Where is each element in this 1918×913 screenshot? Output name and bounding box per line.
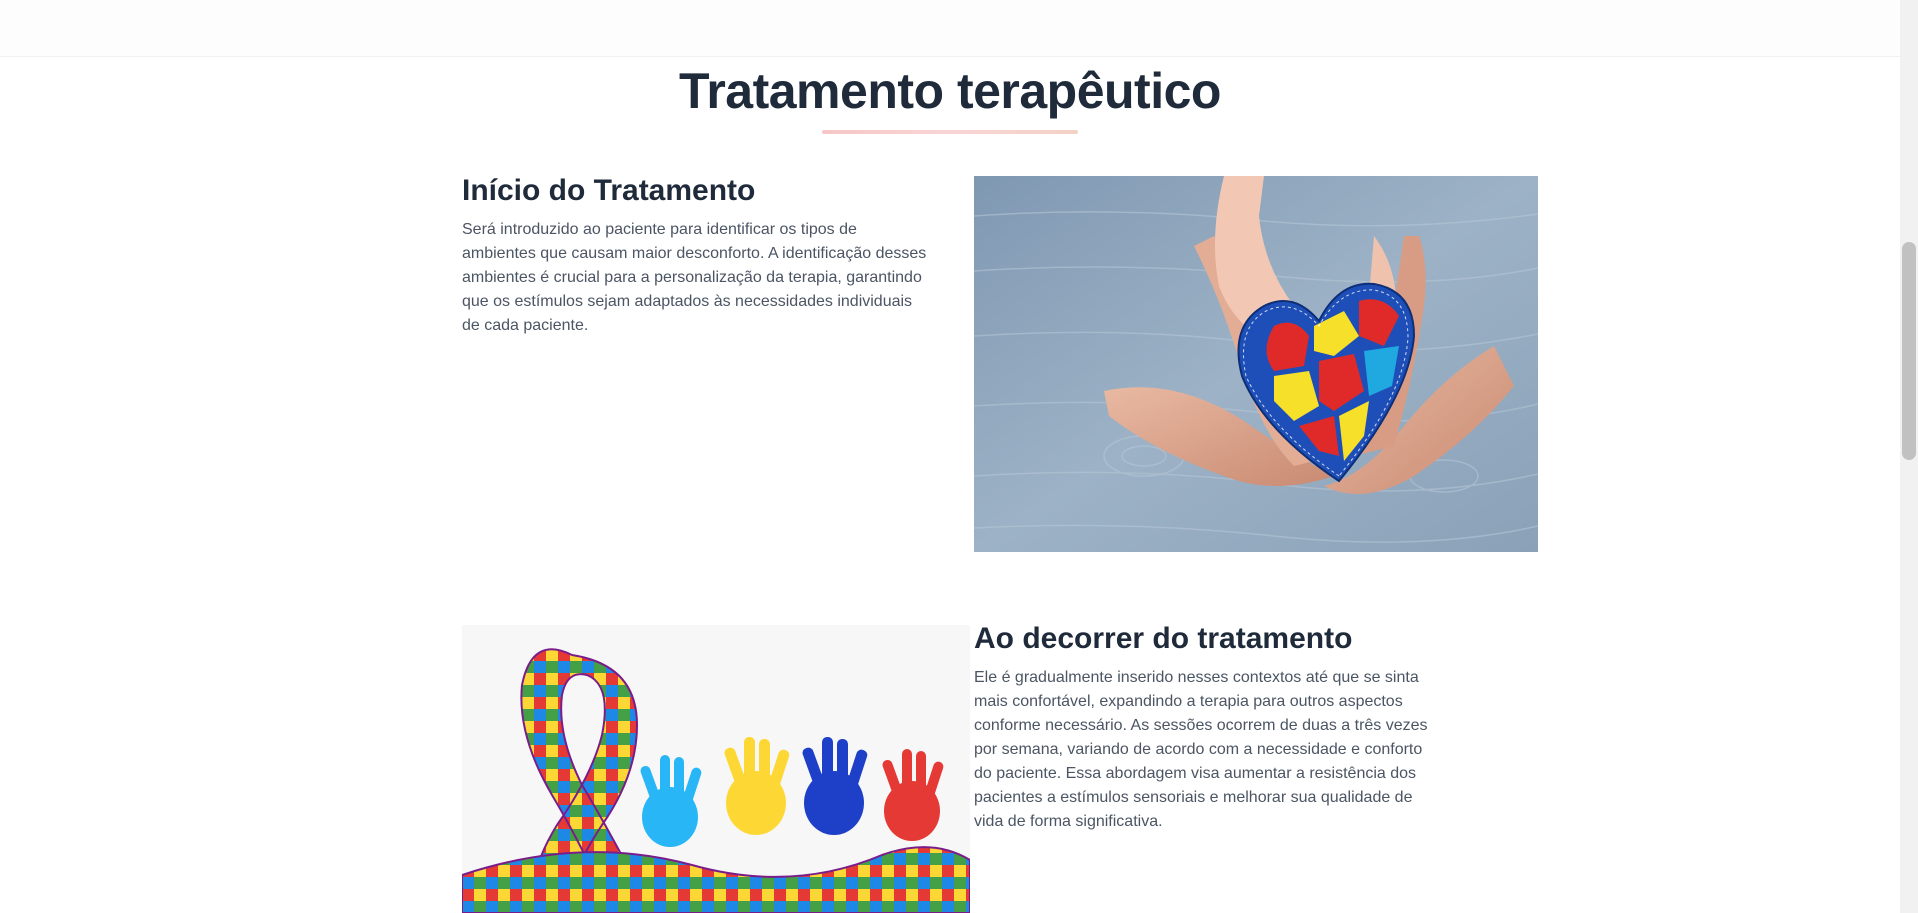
section-title: Tratamento terapêutico	[679, 63, 1221, 119]
heading-inicio-tratamento: Início do Tratamento	[462, 174, 756, 207]
title-underline	[822, 130, 1078, 134]
paragraph-inicio-tratamento: Será introduzido ao paciente para identi…	[462, 221, 927, 334]
heading-ao-decorrer: Ao decorrer do tratamento	[974, 622, 1353, 655]
scrollbar-thumb[interactable]	[1902, 242, 1916, 460]
page-scrollbar[interactable]	[1900, 0, 1918, 913]
puzzle-ribbon-colored-hands-image	[462, 625, 970, 913]
paragraph-ao-decorrer: Ele é gradualmente inserido nesses conte…	[974, 669, 1428, 830]
top-navbar-strip	[0, 0, 1900, 57]
hands-holding-puzzle-heart-image	[974, 176, 1538, 552]
